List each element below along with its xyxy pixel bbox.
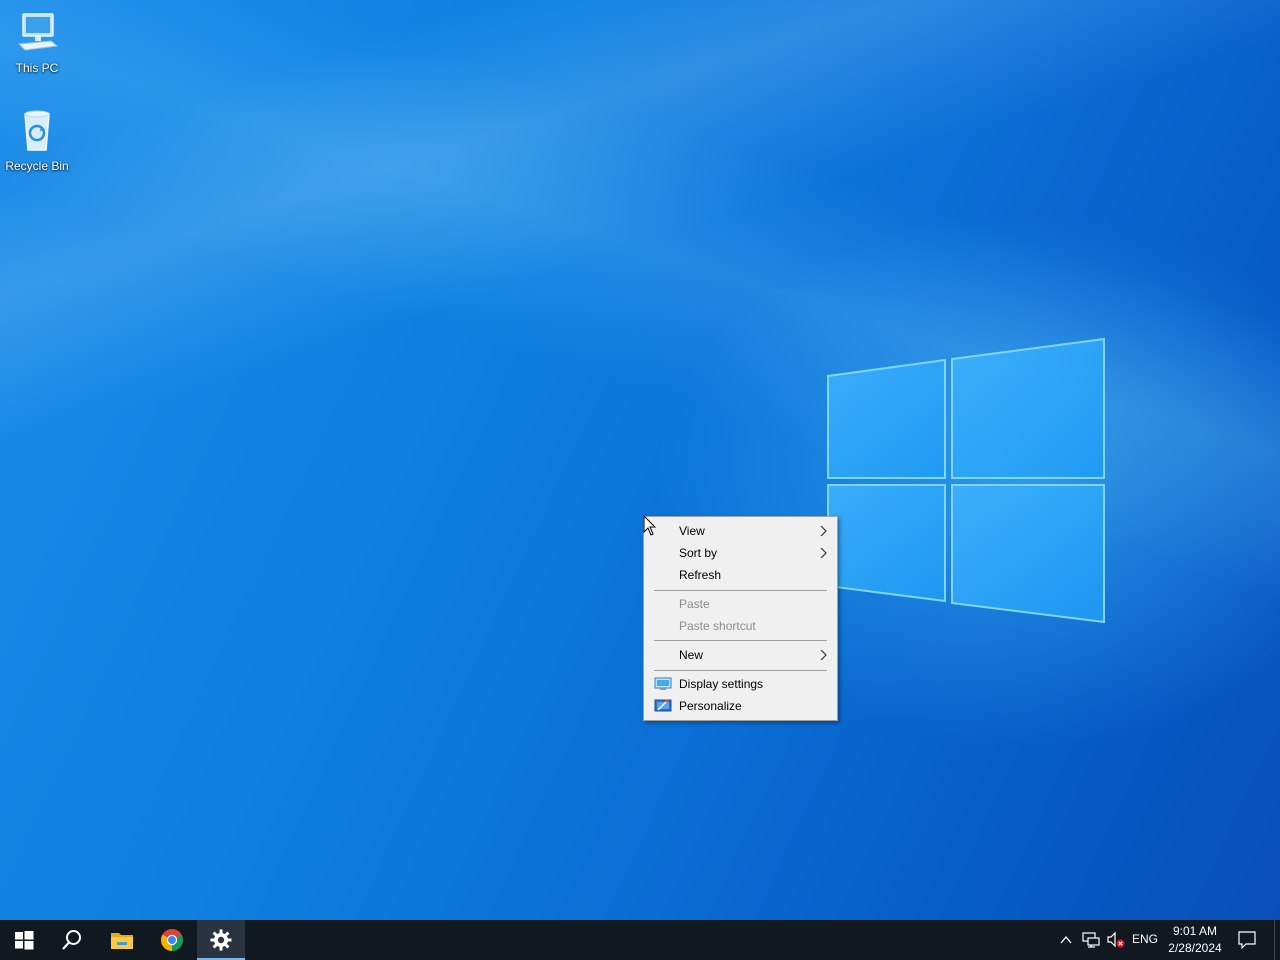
- clock[interactable]: 9:01 AM 2/28/2024: [1160, 923, 1230, 957]
- menu-item-paste[interactable]: Paste: [646, 593, 835, 615]
- desktop-context-menu: View Sort by Refresh Paste Paste shortcu…: [643, 516, 838, 721]
- menu-item-label: View: [679, 524, 705, 538]
- volume-muted-icon[interactable]: [1106, 931, 1126, 949]
- menu-item-paste-shortcut[interactable]: Paste shortcut: [646, 615, 835, 637]
- menu-separator: [654, 670, 827, 671]
- desktop-icon-label: This PC: [15, 61, 59, 75]
- menu-item-label: Paste shortcut: [679, 619, 756, 633]
- input-language-indicator[interactable]: ENG: [1132, 932, 1158, 946]
- desktop-icon-label: Recycle Bin: [5, 159, 69, 173]
- mouse-cursor-icon: [643, 515, 657, 536]
- menu-item-label: Display settings: [679, 677, 764, 691]
- menu-item-new[interactable]: New: [646, 644, 835, 666]
- personalize-icon: [654, 699, 672, 712]
- action-center-icon[interactable]: [1238, 931, 1256, 949]
- chevron-right-icon: [820, 649, 827, 661]
- menu-item-personalize[interactable]: Personalize: [646, 695, 835, 717]
- desktop[interactable]: This PC Recycle Bin: [0, 0, 1280, 920]
- menu-item-refresh[interactable]: Refresh: [646, 564, 835, 586]
- search-icon: [62, 930, 81, 950]
- taskbar: ENG 9:01 AM 2/28/2024: [0, 920, 1280, 960]
- display-settings-icon: [654, 677, 672, 690]
- windows-logo-wallpaper: [827, 338, 1105, 624]
- menu-item-label: Paste: [679, 597, 710, 611]
- chevron-right-icon: [820, 525, 827, 537]
- menu-separator: [654, 640, 827, 641]
- windows-start-icon: [15, 931, 34, 950]
- chevron-up-icon[interactable]: [1058, 932, 1074, 948]
- desktop-icon-recycle-bin[interactable]: Recycle Bin: [0, 106, 74, 173]
- chrome-icon: [161, 929, 183, 951]
- menu-item-display-settings[interactable]: Display settings: [646, 673, 835, 695]
- clock-date: 2/28/2024: [1168, 941, 1222, 955]
- menu-item-label: New: [679, 648, 704, 662]
- gear-icon: [210, 929, 232, 951]
- menu-item-label: Refresh: [679, 568, 722, 582]
- menu-separator: [654, 590, 827, 591]
- file-explorer-button[interactable]: [98, 920, 146, 960]
- this-pc-icon: [17, 13, 59, 51]
- menu-item-sort-by[interactable]: Sort by: [646, 542, 835, 564]
- clock-time: 9:01 AM: [1172, 924, 1218, 938]
- chrome-button[interactable]: [148, 920, 196, 960]
- menu-item-view[interactable]: View: [646, 520, 835, 542]
- recycle-bin-icon: [24, 110, 50, 151]
- folder-icon: [111, 933, 133, 949]
- start-button[interactable]: [0, 920, 48, 960]
- show-desktop-button[interactable]: [1274, 920, 1280, 960]
- menu-item-label: Personalize: [679, 699, 742, 713]
- settings-button[interactable]: [197, 920, 245, 960]
- chevron-right-icon: [820, 547, 827, 559]
- search-button[interactable]: [48, 920, 96, 960]
- network-icon[interactable]: [1082, 932, 1100, 948]
- desktop-icon-this-pc[interactable]: This PC: [0, 8, 74, 75]
- menu-item-label: Sort by: [679, 546, 718, 560]
